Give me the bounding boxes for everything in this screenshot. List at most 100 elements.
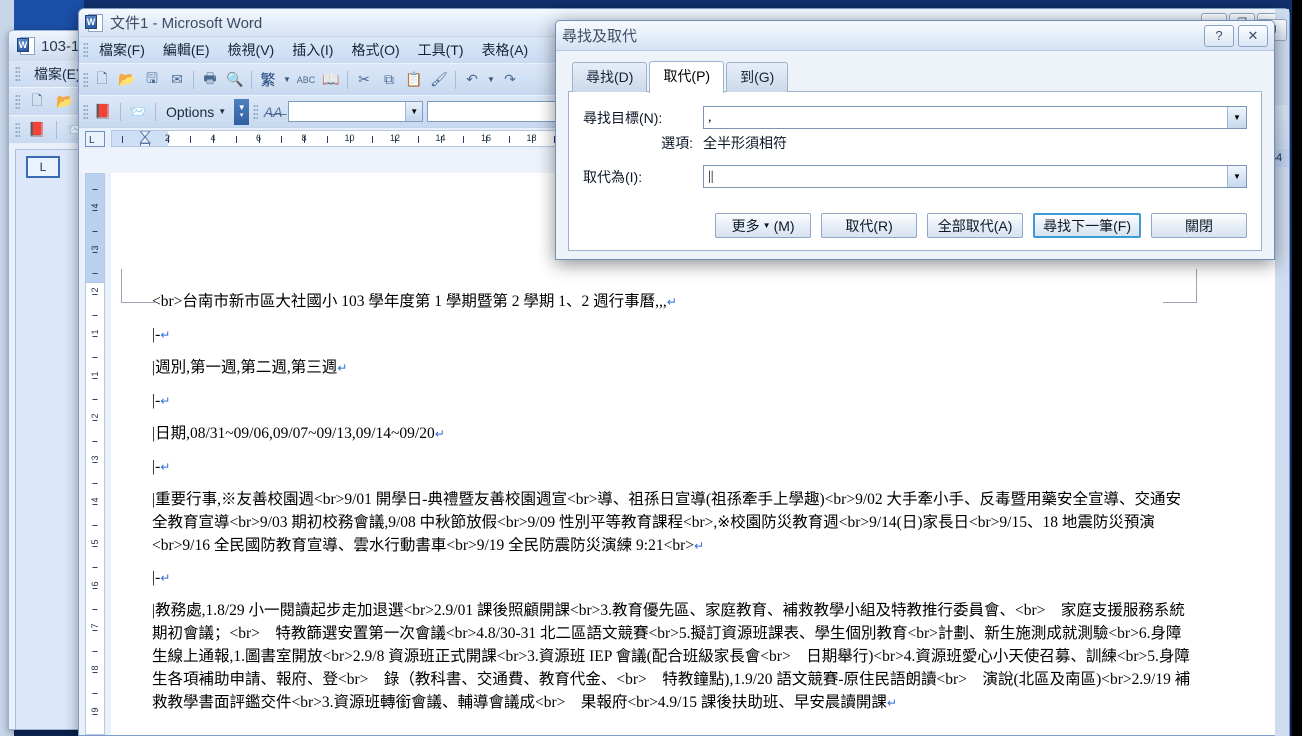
toolbar-overflow-button[interactable]: ▼ ▾ bbox=[234, 98, 250, 125]
copy-icon[interactable]: ⧉ bbox=[378, 69, 400, 91]
more-button[interactable]: 更多 ▼ (M) bbox=[715, 213, 812, 238]
ruler-number: 18 bbox=[526, 133, 537, 143]
options-button[interactable]: Options ▼ bbox=[162, 104, 230, 120]
chevron-down-icon[interactable]: ▼ bbox=[282, 75, 292, 84]
replace-all-button[interactable]: 全部取代(A) bbox=[927, 213, 1024, 238]
research-icon[interactable]: 📖 bbox=[320, 69, 342, 91]
document-paragraph[interactable]: |週別,第一週,第二週,第三週↵ bbox=[152, 357, 1193, 380]
new-document-icon[interactable]: 🗋 bbox=[26, 91, 48, 113]
toolbar-grip-icon[interactable] bbox=[15, 93, 20, 110]
ruler-tick bbox=[92, 567, 98, 568]
dialog-titlebar[interactable]: 尋找及取代 ? ✕ bbox=[556, 21, 1274, 51]
right-black-edge bbox=[1292, 0, 1302, 736]
menu-tools[interactable]: 工具(T) bbox=[411, 38, 471, 62]
save-icon[interactable]: 🖫 bbox=[141, 69, 163, 91]
undo-icon[interactable]: ↶ bbox=[461, 69, 483, 91]
replace-button[interactable]: 取代(R) bbox=[821, 213, 918, 238]
page-margin-corner-topleft bbox=[121, 269, 155, 303]
document-paragraph[interactable]: |-↵ bbox=[152, 567, 1193, 590]
print-preview-icon[interactable]: 🔍 bbox=[224, 69, 246, 91]
ruler-tick bbox=[92, 399, 98, 400]
pdf-red-icon[interactable]: 📕 bbox=[26, 119, 48, 141]
ruler-tick bbox=[417, 136, 419, 143]
email-icon[interactable]: ✉ bbox=[166, 69, 188, 91]
menu-file[interactable]: 檔案(F) bbox=[92, 38, 152, 62]
document-paragraph[interactable]: |日期,08/31~09/06,09/07~09/13,09/14~09/20↵ bbox=[152, 423, 1193, 446]
document-paragraph[interactable]: <br>台南市新市區大社國小 103 學年度第 1 學期暨第 2 學期 1、2 … bbox=[152, 291, 1193, 314]
ruler-number: 6 bbox=[255, 133, 262, 143]
document-text[interactable]: <br>台南市新市區大社國小 103 學年度第 1 學期暨第 2 學期 1、2 … bbox=[152, 291, 1193, 725]
spellcheck-icon[interactable]: ABC bbox=[295, 69, 317, 91]
find-replace-dialog[interactable]: 尋找及取代 ? ✕ 尋找(D) 取代(P) 到(G) 尋找目標(N): , ▼ bbox=[555, 20, 1275, 260]
ruler-tick bbox=[92, 630, 98, 631]
menu-insert[interactable]: 插入(I) bbox=[285, 38, 340, 62]
menu-edit[interactable]: 編輯(E) bbox=[156, 38, 217, 62]
paragraph-mark-icon: ↵ bbox=[160, 327, 171, 342]
ruler-tick bbox=[92, 462, 98, 463]
ruler-number: 12 bbox=[389, 133, 401, 143]
menu-table[interactable]: 表格(A) bbox=[475, 38, 536, 62]
document-paragraph[interactable]: |-↵ bbox=[152, 324, 1193, 347]
redo-icon[interactable]: ↷ bbox=[499, 69, 521, 91]
vertical-ruler[interactable]: 4 3 2 1 1 2 3 4 5 6 7 8 9 bbox=[79, 173, 111, 735]
paragraph-mark-icon: ↵ bbox=[160, 459, 171, 474]
menubar-grip-icon[interactable] bbox=[83, 42, 88, 58]
ruler-number: 4 bbox=[210, 133, 216, 143]
traditional-chinese-icon[interactable]: 繁 bbox=[257, 69, 279, 91]
tab-goto[interactable]: 到(G) bbox=[726, 62, 789, 92]
paragraph-mark-icon: ↵ bbox=[434, 426, 445, 441]
tab-find[interactable]: 尋找(D) bbox=[572, 62, 648, 92]
ruler-number: 1 bbox=[90, 371, 100, 377]
font-style-icon[interactable]: A̶A̶ bbox=[262, 101, 284, 123]
new-document-icon[interactable]: 🗋 bbox=[91, 69, 113, 91]
open-folder-icon[interactable]: 📂 bbox=[54, 91, 76, 113]
tab-replace[interactable]: 取代(P) bbox=[649, 61, 725, 93]
chevron-down-icon[interactable]: ▼ bbox=[405, 102, 423, 121]
pdf-email-icon[interactable]: 📨 bbox=[127, 101, 149, 123]
addin-toolbar-grip-icon[interactable] bbox=[83, 103, 88, 120]
dialog-title-buttons: ? ✕ bbox=[1204, 24, 1268, 47]
toolbar-grip-icon[interactable] bbox=[83, 71, 88, 88]
background-window-title: 103-1 bbox=[41, 37, 80, 55]
pdf-red-icon[interactable]: 📕 bbox=[92, 101, 114, 123]
toolbar-grip-icon-2[interactable] bbox=[15, 121, 20, 138]
chevron-down-icon[interactable]: ▼ bbox=[1227, 107, 1246, 128]
format-painter-icon[interactable]: 🖌 bbox=[428, 69, 450, 91]
document-paragraph[interactable]: |教務處,1.8/29 小一閱讀起步走加退選<br>2.9/01 課後照顧開課<… bbox=[152, 600, 1193, 715]
ruler-number: 3 bbox=[90, 455, 100, 461]
close-dialog-button[interactable]: 關閉 bbox=[1151, 213, 1247, 238]
ruler-tick bbox=[92, 672, 98, 673]
find-input[interactable]: , ▼ bbox=[703, 106, 1247, 129]
dialog-body: 尋找(D) 取代(P) 到(G) 尋找目標(N): , ▼ 選項: 全半形須相符 bbox=[556, 51, 1274, 251]
indent-marker-icon[interactable] bbox=[138, 131, 152, 146]
document-paragraph[interactable]: |-↵ bbox=[152, 390, 1193, 413]
open-folder-icon[interactable]: 📂 bbox=[116, 69, 138, 91]
help-button[interactable]: ? bbox=[1204, 24, 1234, 47]
more-button-label: 更多 bbox=[731, 217, 760, 234]
close-icon[interactable]: ✕ bbox=[1238, 24, 1268, 47]
ruler-corner[interactable]: L bbox=[79, 128, 111, 149]
menu-format[interactable]: 格式(O) bbox=[344, 38, 406, 62]
document-paragraph[interactable]: |重要行事,※友善校園週<br>9/01 開學日-典禮暨友善校園週宣<br>導、… bbox=[152, 489, 1193, 558]
style-combo[interactable]: ▼ bbox=[288, 101, 424, 122]
paste-icon[interactable]: 📋 bbox=[403, 69, 425, 91]
ruler-tick bbox=[92, 651, 98, 652]
undo-chevron-icon[interactable]: ▼ bbox=[486, 75, 496, 84]
find-label: 尋找目標(N): bbox=[583, 109, 663, 126]
chevron-down-icon[interactable]: ▼ bbox=[1227, 166, 1246, 187]
ruler-tick bbox=[92, 294, 98, 295]
tab-stop-selector[interactable]: L bbox=[26, 156, 60, 178]
menu-view[interactable]: 檢視(V) bbox=[221, 38, 282, 62]
cut-icon[interactable]: ✂ bbox=[353, 69, 375, 91]
tab-stop-selector[interactable]: L bbox=[85, 130, 105, 147]
ruler-tick bbox=[92, 441, 98, 442]
formatting-toolbar-grip-icon[interactable] bbox=[253, 103, 259, 120]
find-next-button[interactable]: 尋找下一筆(F) bbox=[1033, 213, 1141, 238]
chevron-down-icon: ▼ bbox=[762, 221, 771, 230]
menu-grip-icon[interactable] bbox=[15, 66, 20, 82]
ruler-tick bbox=[92, 189, 98, 190]
replace-input[interactable]: || ▼ bbox=[703, 165, 1247, 188]
document-paragraph[interactable]: |-↵ bbox=[152, 456, 1193, 479]
print-icon[interactable]: 🖶 bbox=[199, 69, 221, 91]
ruler-tick bbox=[92, 378, 98, 379]
